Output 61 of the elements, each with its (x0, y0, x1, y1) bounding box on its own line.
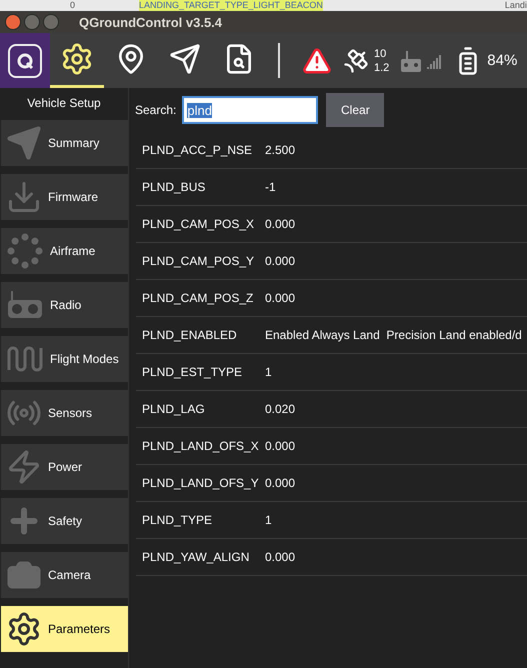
parameter-value: 0.000 (265, 291, 296, 305)
download-icon (6, 179, 42, 215)
paper-plane-icon (169, 43, 201, 75)
warning-icon[interactable] (302, 46, 332, 76)
parameter-value: 0.000 (265, 254, 296, 268)
paper-plane-icon (6, 125, 42, 161)
parameter-value: Enabled Always Land Precision Land enabled/d (265, 328, 522, 342)
parameter-name: PLND_CAM_POS_Z (141, 291, 254, 305)
sidebar-item[interactable]: Parameters (1, 606, 128, 652)
sidebar-item[interactable]: Airframe (1, 228, 128, 274)
sidebar-item[interactable]: Summary (1, 120, 128, 166)
battery-percent: 84% (487, 52, 518, 69)
parameter-name: PLND_LAND_OFS_X (141, 439, 260, 453)
table-cell: Landi (504, 0, 527, 11)
maximize-button[interactable] (43, 14, 59, 30)
minimize-button[interactable] (24, 14, 40, 30)
satellite-count: 10 (374, 46, 388, 60)
parameter-value: 0.000 (265, 439, 296, 453)
parameter-value: 2.500 (265, 143, 296, 157)
signal-bars-icon (427, 52, 444, 68)
remote-control-icon[interactable] (399, 48, 424, 72)
sidebar-item[interactable]: Radio (1, 282, 128, 328)
parameter-name: PLND_LAG (141, 402, 206, 416)
clear-button[interactable]: Clear (326, 93, 384, 127)
parameter-value: 0.000 (265, 550, 296, 564)
table-cell: LANDING_TARGET_TYPE_LIGHT_BEACON (139, 0, 323, 11)
satellite-icon[interactable] (342, 46, 370, 74)
parameter-name: PLND_LAND_OFS_Y (141, 476, 260, 490)
sidebar-item[interactable]: Firmware (1, 174, 128, 220)
sidebar-item[interactable]: Flight Modes (1, 336, 128, 382)
hdop-value: 1.2 (374, 60, 390, 74)
parameter-name: PLND_CAM_POS_X (141, 217, 256, 231)
parameter-name: PLND_TYPE (141, 513, 214, 527)
search-field[interactable]: plnd (182, 96, 318, 124)
parameter-name: PLND_EST_TYPE (141, 365, 244, 379)
parameter-name: PLND_CAM_POS_Y (141, 254, 256, 268)
parameter-name: PLND_ENABLED (141, 328, 238, 342)
sidebar-item[interactable]: Sensors (1, 390, 128, 436)
search-label: Search: (135, 103, 176, 117)
parameter-name: PLND_BUS (141, 180, 206, 194)
parameter-value: 1 (265, 365, 272, 379)
lightning-icon (6, 449, 42, 485)
wave-icon (6, 344, 44, 374)
parameter-value: -1 (265, 180, 276, 194)
sidebar-title: Vehicle Setup (26, 96, 102, 112)
table-cell: 0 (70, 0, 76, 11)
dot-ring-icon (6, 232, 44, 270)
parameter-value: 0.000 (265, 217, 296, 231)
parameter-name: PLND_YAW_ALIGN (141, 550, 250, 564)
parameter-value: 0.000 (265, 476, 296, 490)
app-logo-button[interactable] (0, 33, 50, 88)
parameter-value: 0.020 (265, 402, 296, 416)
sidebar-item[interactable]: Power (1, 444, 128, 490)
window-title: QGroundControl v3.5.4 (79, 14, 222, 30)
q-logo-icon (15, 50, 35, 70)
parameter-value: 1 (265, 513, 272, 527)
radio-controller-icon (6, 290, 44, 320)
close-button[interactable] (5, 14, 21, 30)
sidebar-item[interactable]: Camera (1, 552, 128, 598)
parameter-name: PLND_ACC_P_NSE (141, 143, 254, 157)
sidebar-item[interactable]: Safety (1, 498, 128, 544)
